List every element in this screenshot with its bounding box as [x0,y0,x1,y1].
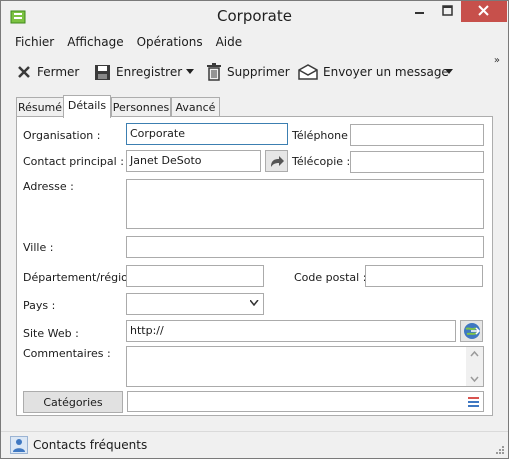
envelope-icon [298,64,318,80]
toolbar: Fermer Enregistrer Supprimer Envoyer un … [8,55,502,89]
comments-scrollbar[interactable] [466,347,483,386]
globe-go-icon [463,323,480,339]
save-label: Enregistrer [116,65,183,79]
minimize-button[interactable] [406,1,434,22]
open-contact-button[interactable] [265,150,288,172]
organisation-label: Organisation : [23,129,101,142]
contact-label: Contact principal : [23,155,124,168]
menu-operations[interactable]: Opérations [130,32,209,52]
site-web-field[interactable]: http:// [126,320,456,342]
departement-field[interactable] [126,265,264,287]
contact-field[interactable]: Janet DeSoto [126,150,261,172]
trash-icon [207,63,221,81]
telephone-field[interactable] [350,124,484,146]
close-window-button[interactable] [461,1,507,22]
title-bar: Corporate [1,1,508,32]
close-button[interactable]: Fermer [16,60,79,84]
save-button[interactable]: Enregistrer [94,60,182,84]
pays-select[interactable] [126,293,264,315]
maximize-icon [442,5,453,16]
code-postal-field[interactable] [365,265,483,287]
menu-bar: Fichier Affichage Opérations Aide [8,32,248,52]
send-label: Envoyer un message [323,65,449,79]
chevron-down-icon [250,300,259,306]
toolbar-overflow-button[interactable]: » [494,55,500,66]
tab-details[interactable]: Détails [63,95,111,118]
tab-personnes[interactable]: Personnes [111,97,171,117]
adresse-field[interactable] [126,179,484,229]
menu-aide[interactable]: Aide [209,32,249,52]
ville-label: Ville : [23,241,54,254]
pays-label: Pays : [23,299,56,312]
delete-label: Supprimer [227,65,290,79]
contact-window: Corporate Fichier Affichage Opérations A… [0,0,509,459]
tab-avance[interactable]: Avancé [171,97,220,117]
list-icon [468,397,479,407]
telecopie-field[interactable] [350,151,484,173]
commentaires-field[interactable] [126,346,484,387]
send-dropdown-button[interactable] [445,60,459,84]
ville-field[interactable] [126,236,484,258]
save-dropdown-button[interactable] [186,60,200,84]
tab-resume[interactable]: Résumé [16,97,64,117]
code-postal-label: Code postal : [294,271,367,284]
commentaires-label: Commentaires : [23,347,111,360]
resize-grip-icon[interactable] [495,445,505,455]
categories-field[interactable] [127,391,484,412]
menu-fichier[interactable]: Fichier [8,32,60,52]
categories-button[interactable]: Catégories [23,391,123,413]
status-bar: Contacts fréquents [1,431,508,458]
chevron-down-icon [186,69,194,74]
telecopie-label: Télécopie : [292,155,351,168]
close-x-icon [18,66,30,78]
share-arrow-icon [270,156,284,167]
scroll-arrows-icon [470,350,479,383]
departement-label: Département/région : [23,271,143,284]
menu-affichage[interactable]: Affichage [60,32,129,52]
frequent-contacts-button[interactable] [10,436,28,454]
chevron-down-icon [445,69,453,74]
telephone-label: Téléphone : [292,129,356,142]
delete-button[interactable]: Supprimer [206,60,290,84]
status-label: Contacts fréquents [33,438,148,452]
close-icon [478,5,489,16]
close-label: Fermer [37,65,80,79]
send-message-button[interactable]: Envoyer un message [298,60,449,84]
contacts-icon [13,439,25,452]
open-website-button[interactable] [460,320,483,342]
save-icon [95,64,110,80]
minimize-icon [415,12,424,14]
organisation-field[interactable]: Corporate [126,123,288,145]
maximize-button[interactable] [434,1,461,22]
site-web-label: Site Web : [23,327,79,340]
adresse-label: Adresse : [23,180,74,193]
